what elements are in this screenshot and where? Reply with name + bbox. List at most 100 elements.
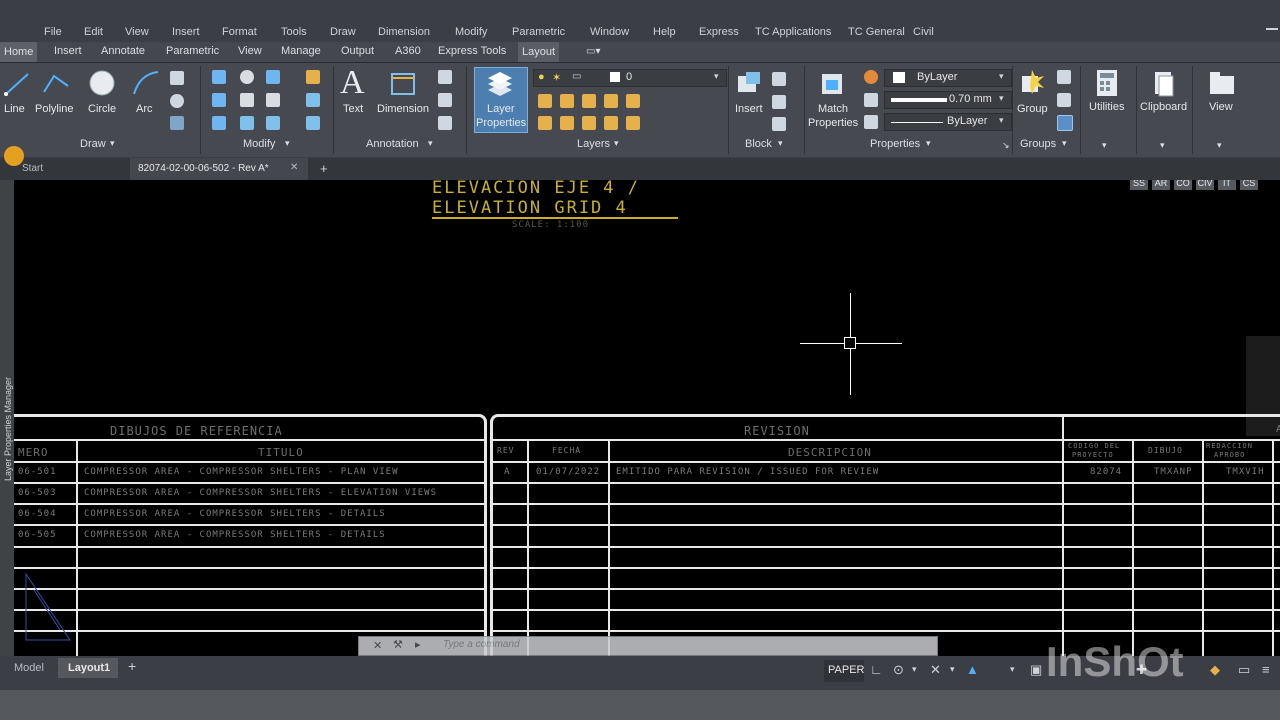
quick-properties-icon[interactable]: ▣ — [1030, 662, 1042, 678]
erase-icon[interactable] — [306, 70, 320, 84]
tab-manage[interactable]: Manage — [281, 45, 321, 57]
layer-tool-3-icon[interactable] — [582, 94, 596, 108]
draw-expand-icon[interactable]: ▾ — [110, 138, 115, 149]
layer-tool-4-icon[interactable] — [604, 94, 618, 108]
model-tab[interactable]: Model — [14, 662, 44, 674]
menu-modify[interactable]: Modify — [455, 26, 487, 38]
dimension-button[interactable]: Dimension — [377, 103, 429, 115]
menu-file[interactable]: File — [44, 26, 62, 38]
chevron-down-icon[interactable]: ▾ — [1010, 664, 1015, 675]
circle-button[interactable]: Circle — [88, 103, 116, 115]
tab-output[interactable]: Output — [341, 45, 374, 57]
explode-icon[interactable] — [306, 93, 320, 107]
command-input[interactable]: Type a command — [443, 639, 520, 650]
osnap-icon[interactable]: ✕ — [930, 662, 941, 678]
lineweight-dropdown[interactable]: 0.70 mm ▾ — [884, 91, 1012, 109]
panel-draw-title[interactable]: Draw — [80, 138, 106, 150]
layer-properties-palette[interactable]: Layer Properties Manager — [0, 180, 14, 656]
line-button[interactable]: Line — [4, 103, 25, 115]
groups-expand-icon[interactable]: ▾ — [1062, 138, 1067, 149]
color-dropdown[interactable]: ByLayer ▾ — [884, 69, 1012, 87]
rectangle-icon[interactable] — [170, 71, 184, 85]
offset-icon[interactable] — [306, 116, 320, 130]
start-tab[interactable]: Start — [22, 163, 43, 174]
stretch-icon[interactable] — [212, 116, 226, 130]
leader-icon[interactable] — [438, 93, 452, 107]
tc-ss-button[interactable]: SS — [1130, 180, 1148, 190]
tab-annotate[interactable]: Annotate — [101, 45, 145, 57]
menu-tools[interactable]: Tools — [281, 26, 307, 38]
tab-express-tools[interactable]: Express Tools — [438, 45, 506, 57]
fullscreen-icon[interactable]: ▭ — [1238, 662, 1250, 678]
new-tab-icon[interactable]: + — [320, 161, 328, 176]
layer-tool-8-icon[interactable] — [582, 116, 596, 130]
tab-a360[interactable]: A360 — [395, 45, 421, 57]
ellipse-icon[interactable] — [170, 94, 184, 108]
tc-co-button[interactable]: CO — [1174, 180, 1192, 190]
layer-tool-2-icon[interactable] — [560, 94, 574, 108]
panel-groups-title[interactable]: Groups — [1020, 138, 1056, 150]
view-button[interactable]: View — [1209, 101, 1233, 113]
panel-properties-title[interactable]: Properties — [870, 138, 920, 150]
insert-button[interactable]: Insert — [735, 103, 763, 115]
tc-it-button[interactable]: IT — [1218, 180, 1236, 190]
text-button[interactable]: Text — [343, 103, 363, 115]
menu-format[interactable]: Format — [222, 26, 257, 38]
fillet-icon[interactable] — [266, 93, 280, 107]
tab-layout[interactable]: Layout — [518, 42, 560, 62]
layout1-tab[interactable]: Layout1 — [58, 658, 118, 678]
menu-edit[interactable]: Edit — [84, 26, 103, 38]
arc-button[interactable]: Arc — [136, 103, 153, 115]
clipboard-expand-icon[interactable]: ▾ — [1160, 140, 1165, 151]
layer-tool-6-icon[interactable] — [538, 116, 552, 130]
clipboard-button[interactable]: Clipboard — [1140, 101, 1187, 113]
move-icon[interactable] — [212, 70, 226, 84]
layers-expand-icon[interactable]: ▾ — [614, 138, 619, 149]
menu-draw[interactable]: Draw — [330, 26, 356, 38]
create-block-icon[interactable] — [772, 72, 786, 86]
modify-expand-icon[interactable]: ▾ — [285, 138, 290, 149]
recent-commands-icon[interactable]: ▸ — [415, 638, 421, 651]
panel-modify-title[interactable]: Modify — [243, 138, 275, 150]
new-layout-icon[interactable]: + — [128, 658, 136, 674]
ortho-icon[interactable]: ∟ — [870, 662, 883, 677]
mirror-icon[interactable] — [240, 93, 254, 107]
autocad-logo-icon[interactable] — [4, 146, 24, 166]
ribbon-options-icon[interactable]: ▭▾ — [586, 46, 606, 57]
utilities-button[interactable]: Utilities — [1089, 101, 1124, 113]
tab-parametric[interactable]: Parametric — [166, 45, 219, 57]
panel-layers-title[interactable]: Layers — [577, 138, 610, 150]
match-label-1[interactable]: Match — [818, 103, 848, 115]
menu-dimension[interactable]: Dimension — [378, 26, 430, 38]
panel-annotation-title[interactable]: Annotation — [366, 138, 419, 150]
layer-dropdown[interactable]: ● ✶ ▭ 0 ▾ — [533, 69, 727, 87]
block-attribute-icon[interactable] — [772, 117, 786, 131]
drawing-canvas[interactable]: ELEVACION EJE 4 / ELEVATION GRID 4 SCALE… — [14, 180, 1280, 656]
menu-insert[interactable]: Insert — [172, 26, 200, 38]
rotate-icon[interactable] — [240, 70, 254, 84]
annotation-scale-icon[interactable]: ▲ — [966, 662, 979, 677]
annotation-expand-icon[interactable]: ▾ — [428, 138, 433, 149]
group-selection-icon[interactable] — [1057, 115, 1073, 131]
drawing-tab[interactable]: 82074-02-00-06-502 - Rev A* ✕ — [130, 158, 308, 180]
menu-view[interactable]: View — [125, 26, 149, 38]
clean-screen-icon[interactable]: ◆ — [1210, 662, 1220, 678]
group-edit-icon[interactable] — [1057, 93, 1071, 107]
customization-menu-icon[interactable]: ≡ — [1262, 662, 1270, 677]
view-expand-icon[interactable]: ▾ — [1217, 140, 1222, 151]
properties-expand-icon[interactable]: ▾ — [926, 138, 931, 149]
polar-tracking-icon[interactable]: ⊙ — [893, 662, 904, 678]
close-icon[interactable]: ✕ — [373, 639, 382, 652]
tab-view[interactable]: View — [238, 45, 262, 57]
layer-tool-9-icon[interactable] — [604, 116, 618, 130]
table-icon[interactable] — [438, 116, 452, 130]
match-label-2[interactable]: Properties — [808, 117, 858, 129]
paper-space-toggle[interactable]: PAPER — [824, 660, 864, 682]
menu-express[interactable]: Express — [699, 26, 739, 38]
utilities-expand-icon[interactable]: ▾ — [1102, 140, 1107, 151]
chevron-down-icon[interactable]: ▾ — [950, 664, 955, 675]
layer-tool-1-icon[interactable] — [538, 94, 552, 108]
block-expand-icon[interactable]: ▾ — [778, 138, 783, 149]
layer-tool-7-icon[interactable] — [560, 116, 574, 130]
menu-window[interactable]: Window — [590, 26, 629, 38]
